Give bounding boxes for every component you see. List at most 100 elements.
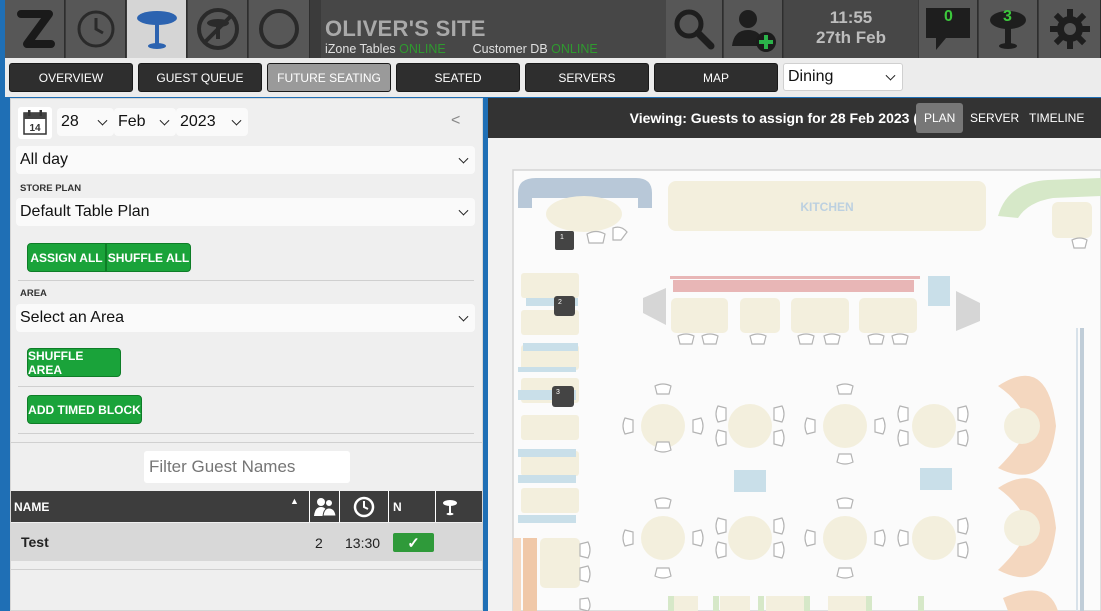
time-range-select[interactable]: All day — [16, 146, 475, 174]
divider — [11, 569, 482, 570]
svg-text:14: 14 — [29, 123, 41, 134]
kitchen-label: KITCHEN — [800, 200, 853, 214]
table[interactable] — [1004, 408, 1040, 444]
top-bar: OLIVER'S SITE iZone Tables ONLINE Custom… — [5, 0, 1101, 58]
side-booth — [523, 538, 537, 611]
tab-map[interactable]: MAP — [654, 63, 778, 92]
add-guest-icon[interactable] — [724, 0, 783, 58]
table[interactable] — [540, 538, 580, 588]
table-number-3: 3 — [556, 389, 560, 396]
divider — [18, 386, 474, 387]
sort-ascending-icon[interactable]: ▲ — [290, 496, 299, 506]
floor-plan-canvas[interactable]: KITCHEN 1 2 3 — [488, 138, 1101, 611]
left-panel: 14 28 Feb 2023 < All day STORE PLAN Defa… — [10, 98, 483, 611]
area-select-value: Select an Area — [20, 309, 125, 326]
day-select[interactable]: 28 — [57, 108, 114, 136]
confirmed-check-icon[interactable]: ✓ — [393, 533, 434, 552]
nav-bar: OVERVIEW GUEST QUEUE FUTURE SEATING SEAT… — [5, 58, 1101, 97]
store-plan-label: STORE PLAN — [20, 183, 82, 194]
table-number-1: 1 — [560, 234, 564, 241]
site-info: OLIVER'S SITE iZone Tables ONLINE Custom… — [321, 0, 666, 58]
month-select-value: Feb — [118, 113, 146, 130]
current-date: 27th Feb — [816, 28, 886, 47]
table-row-top[interactable] — [671, 298, 917, 333]
store-plan-select[interactable]: Default Table Plan — [16, 198, 475, 226]
chevron-down-icon — [231, 115, 242, 126]
time-column-clock-icon[interactable] — [339, 491, 388, 522]
service-station — [734, 470, 766, 492]
area-dropdown[interactable]: Dining — [783, 63, 903, 91]
tab-server[interactable]: SERVER — [970, 103, 1019, 133]
table-marker-1[interactable] — [555, 231, 574, 250]
table[interactable] — [1052, 202, 1092, 238]
assign-all-button[interactable]: ASSIGN ALL — [27, 243, 106, 272]
bottom-tables[interactable] — [668, 596, 868, 611]
collapse-panel-button[interactable]: < — [451, 112, 460, 130]
day-select-value: 28 — [61, 113, 79, 130]
connection-status: iZone Tables ONLINE Customer DB ONLINE — [325, 42, 598, 56]
month-select[interactable]: Feb — [114, 108, 176, 136]
search-icon[interactable] — [666, 0, 723, 58]
guest-filter-input[interactable] — [144, 451, 350, 483]
table[interactable] — [1004, 510, 1040, 546]
table-count: 3 — [1003, 8, 1012, 25]
tab-plan[interactable]: PLAN — [916, 103, 964, 133]
table-plan-panel: Viewing: Guests to assign for 28 Feb 202… — [488, 98, 1101, 611]
tab-timeline[interactable]: TIMELINE — [1029, 103, 1084, 133]
party-size-icon[interactable] — [309, 491, 339, 522]
chevron-down-icon — [458, 153, 469, 164]
column-n-header[interactable]: N — [388, 491, 435, 522]
shuffle-area-button[interactable]: SHUFFLE AREA — [27, 348, 121, 377]
clock-display: 11:55 27th Feb — [784, 0, 918, 58]
area-select[interactable]: Select an Area — [16, 304, 475, 332]
tab-guest-queue[interactable]: GUEST QUEUE — [138, 63, 262, 92]
disabled-table-icon[interactable] — [188, 0, 248, 58]
service-station — [928, 276, 950, 306]
tab-overview[interactable]: OVERVIEW — [9, 63, 133, 92]
current-time: 11:55 — [829, 8, 873, 27]
table-column-icon[interactable] — [435, 491, 482, 522]
year-select-value: 2023 — [180, 113, 216, 130]
chevron-down-icon — [159, 115, 170, 126]
izone-label: iZone Tables — [325, 42, 396, 56]
viewing-title: Viewing: Guests to assign for 28 Feb 202… — [629, 110, 918, 126]
guest-time: 13:30 — [345, 535, 381, 551]
clock-icon[interactable] — [66, 0, 126, 58]
table-row[interactable]: Test 2 13:30 ✓ — [11, 523, 482, 561]
bar-rail — [673, 280, 914, 292]
tab-future-seating[interactable]: FUTURE SEATING — [267, 63, 391, 92]
divider — [11, 442, 482, 443]
bar-rail — [670, 276, 920, 279]
area-dropdown-value: Dining — [788, 68, 834, 85]
calendar-icon[interactable]: 14 — [18, 107, 52, 139]
tables-button[interactable]: 3 — [979, 0, 1038, 58]
area-label: AREA — [20, 288, 47, 299]
guest-name: Test — [21, 534, 49, 550]
column-name-header[interactable]: NAME — [14, 500, 49, 514]
messages-button[interactable]: 0 — [919, 0, 978, 58]
message-count: 0 — [944, 8, 953, 25]
round-table[interactable] — [546, 196, 622, 232]
chevron-down-icon — [97, 115, 108, 126]
customer-db-label: Customer DB — [472, 42, 548, 56]
divider — [18, 433, 474, 434]
chevron-down-icon — [885, 70, 896, 81]
side-booth — [513, 538, 521, 611]
circle-icon[interactable] — [249, 0, 310, 58]
guest-party-size: 2 — [315, 535, 323, 551]
settings-gear-icon[interactable] — [1039, 0, 1101, 58]
tab-servers[interactable]: SERVERS — [525, 63, 649, 92]
add-timed-block-button[interactable]: ADD TIMED BLOCK — [27, 395, 142, 424]
plan-header: Viewing: Guests to assign for 28 Feb 202… — [488, 98, 1101, 138]
table-number-2: 2 — [558, 299, 562, 306]
right-wall — [1080, 328, 1084, 611]
tab-seated[interactable]: SEATED — [396, 63, 520, 92]
year-select[interactable]: 2023 — [176, 108, 248, 136]
time-range-value: All day — [20, 151, 69, 168]
table-plan-icon[interactable] — [127, 0, 187, 58]
site-title: OLIVER'S SITE — [325, 16, 486, 41]
z-logo-icon[interactable] — [5, 0, 65, 58]
customer-db-status: ONLINE — [551, 42, 598, 56]
divider — [18, 280, 474, 281]
shuffle-all-button[interactable]: SHUFFLE ALL — [106, 243, 191, 272]
